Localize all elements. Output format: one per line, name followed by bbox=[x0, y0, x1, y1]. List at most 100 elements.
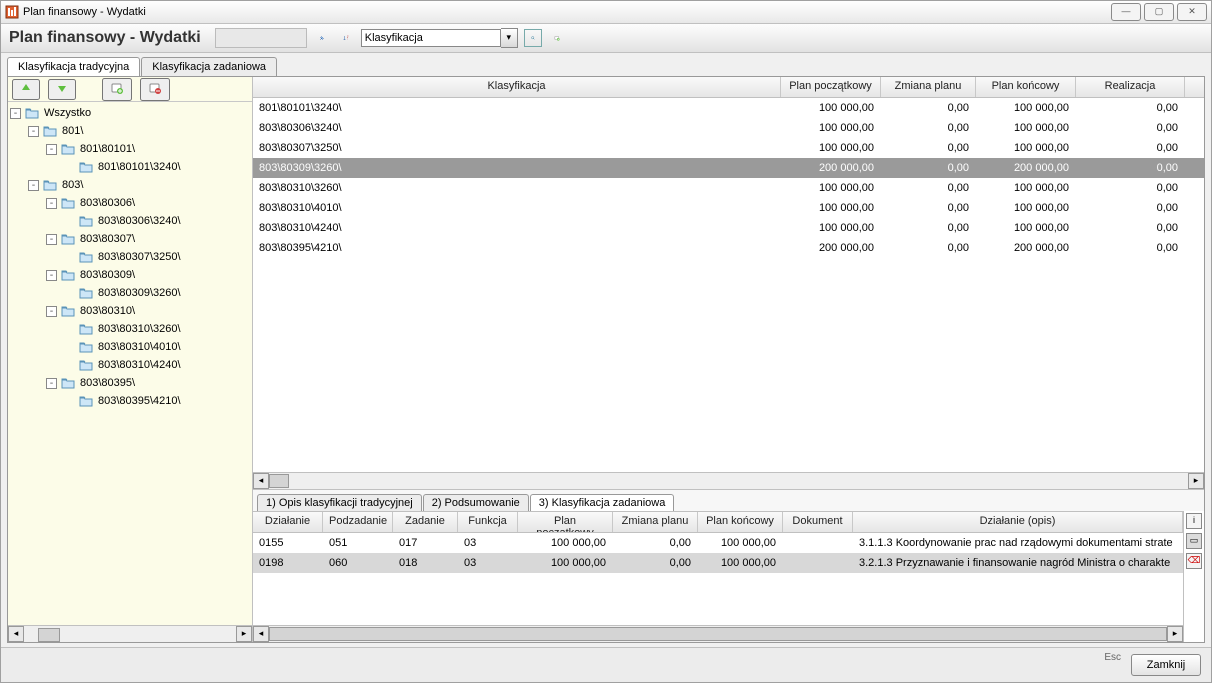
detail-grid-hscrollbar[interactable]: ◂▸ bbox=[253, 625, 1183, 642]
tree-node[interactable]: - 803\ bbox=[10, 176, 250, 194]
workspace: -Wszystko-801\-801\80101\801\80101\3240\… bbox=[7, 76, 1205, 643]
dcol-zadanie[interactable]: Zadanie bbox=[393, 512, 458, 532]
close-button[interactable]: Zamknij bbox=[1131, 654, 1201, 676]
tree-toggle[interactable]: - bbox=[28, 126, 39, 137]
tree-node[interactable]: 803\80310\4010\ bbox=[10, 338, 250, 356]
tree-label: 803\80306\ bbox=[78, 194, 137, 212]
tree-toggle[interactable]: - bbox=[28, 180, 39, 191]
tree-add-icon[interactable] bbox=[102, 78, 132, 101]
tree-node[interactable]: - 801\80101\ bbox=[10, 140, 250, 158]
tree-toggle[interactable]: - bbox=[46, 270, 57, 281]
tree-node[interactable]: 803\80306\3240\ bbox=[10, 212, 250, 230]
tree-node[interactable]: - 803\80309\ bbox=[10, 266, 250, 284]
add-green-button[interactable] bbox=[548, 29, 566, 47]
main-tabs: Klasyfikacja tradycyjna Klasyfikacja zad… bbox=[1, 53, 1211, 76]
tab-klasyfikacja-zadaniowa[interactable]: Klasyfikacja zadaniowa bbox=[141, 57, 277, 76]
main-grid-hscrollbar[interactable]: ◂▸ bbox=[253, 472, 1204, 489]
tree-node[interactable]: 803\80310\4240\ bbox=[10, 356, 250, 374]
tree-label: 801\80101\ bbox=[78, 140, 137, 158]
dcol-plan-poczatkowy[interactable]: Plan początkowy bbox=[518, 512, 613, 532]
maximize-button[interactable]: ▢ bbox=[1144, 3, 1174, 21]
tab-klasyfikacja-tradycyjna[interactable]: Klasyfikacja tradycyjna bbox=[7, 57, 140, 76]
tree-up-icon[interactable] bbox=[12, 79, 40, 100]
table-row[interactable]: 803\80306\3240\100 000,000,00100 000,000… bbox=[253, 118, 1204, 138]
app-icon bbox=[5, 5, 19, 19]
filter-input[interactable] bbox=[361, 29, 501, 47]
classification-tree[interactable]: -Wszystko-801\-801\80101\801\80101\3240\… bbox=[8, 102, 252, 625]
dcol-funkcja[interactable]: Funkcja bbox=[458, 512, 518, 532]
tree-node[interactable]: 803\80310\3260\ bbox=[10, 320, 250, 338]
table-row[interactable]: 803\80310\3260\100 000,000,00100 000,000… bbox=[253, 178, 1204, 198]
tree-node[interactable]: -Wszystko bbox=[10, 104, 250, 122]
detail-grid-header[interactable]: Działanie Podzadanie Zadanie Funkcja Pla… bbox=[253, 512, 1183, 533]
col-plan-poczatkowy[interactable]: Plan początkowy bbox=[781, 77, 881, 97]
table-row[interactable]: 019806001803100 000,000,00100 000,003.2.… bbox=[253, 553, 1183, 573]
table-row[interactable]: 801\80101\3240\100 000,000,00100 000,000… bbox=[253, 98, 1204, 118]
tree-toggle[interactable]: - bbox=[10, 108, 21, 119]
table-row[interactable]: 803\80309\3260\200 000,000,00200 000,000… bbox=[253, 158, 1204, 178]
col-realizacja[interactable]: Realizacja bbox=[1076, 77, 1185, 97]
tree-node[interactable]: - 803\80306\ bbox=[10, 194, 250, 212]
main-grid-body[interactable]: 801\80101\3240\100 000,000,00100 000,000… bbox=[253, 98, 1204, 472]
footer: Esc Zamknij bbox=[1, 647, 1211, 682]
tree-node[interactable]: 803\80309\3260\ bbox=[10, 284, 250, 302]
delete-icon[interactable]: ⌫ bbox=[1186, 553, 1202, 569]
dcol-zmiana-planu[interactable]: Zmiana planu bbox=[613, 512, 698, 532]
dcol-podzadanie[interactable]: Podzadanie bbox=[323, 512, 393, 532]
subtab-klasyfikacja-zadaniowa[interactable]: 3) Klasyfikacja zadaniowa bbox=[530, 494, 675, 511]
table-row[interactable]: 803\80395\4210\200 000,000,00200 000,000… bbox=[253, 238, 1204, 258]
pin-icon[interactable] bbox=[313, 29, 331, 47]
lower-panel: 1) Opis klasyfikacji tradycyjnej 2) Pods… bbox=[253, 489, 1204, 642]
minimize-button[interactable]: — bbox=[1111, 3, 1141, 21]
tree-toggle[interactable]: - bbox=[46, 378, 57, 389]
tree-toggle[interactable]: - bbox=[46, 234, 57, 245]
dcol-plan-koncowy[interactable]: Plan końcowy bbox=[698, 512, 783, 532]
table-row[interactable]: 015505101703100 000,000,00100 000,003.1.… bbox=[253, 533, 1183, 553]
tree-label: 803\80309\ bbox=[78, 266, 137, 284]
window-title: Plan finansowy - Wydatki bbox=[23, 6, 1108, 18]
col-klasyfikacja[interactable]: Klasyfikacja bbox=[253, 77, 781, 97]
info-icon[interactable]: i bbox=[1186, 513, 1202, 529]
col-plan-koncowy[interactable]: Plan końcowy bbox=[976, 77, 1076, 97]
subtab-podsumowanie[interactable]: 2) Podsumowanie bbox=[423, 494, 529, 511]
tree-node[interactable]: 801\80101\3240\ bbox=[10, 158, 250, 176]
tree-label: 803\80310\ bbox=[78, 302, 137, 320]
tree-node[interactable]: 803\80395\4210\ bbox=[10, 392, 250, 410]
tree-label: 803\80310\3260\ bbox=[96, 320, 183, 338]
tree-hscrollbar[interactable]: ◂▸ bbox=[8, 625, 252, 642]
dcol-dzialanie[interactable]: Działanie bbox=[253, 512, 323, 532]
tree-toggle[interactable]: - bbox=[46, 144, 57, 155]
table-row[interactable]: 803\80310\4010\100 000,000,00100 000,000… bbox=[253, 198, 1204, 218]
tree-label: 803\80310\4240\ bbox=[96, 356, 183, 374]
dcol-opis[interactable]: Działanie (opis) bbox=[853, 512, 1183, 532]
tree-label: 803\80395\ bbox=[78, 374, 137, 392]
tree-toggle[interactable]: - bbox=[46, 198, 57, 209]
close-window-button[interactable]: ✕ bbox=[1177, 3, 1207, 21]
sort-icon[interactable] bbox=[337, 29, 355, 47]
detail-grid-body[interactable]: 015505101703100 000,000,00100 000,003.1.… bbox=[253, 533, 1183, 625]
subtab-opis[interactable]: 1) Opis klasyfikacji tradycyjnej bbox=[257, 494, 422, 511]
detail-sidebar: i ▭ ⌫ bbox=[1183, 511, 1204, 642]
scroll-icon[interactable]: ▭ bbox=[1186, 533, 1202, 549]
filter-combo[interactable]: ▾ bbox=[361, 28, 518, 48]
tree-label: 803\ bbox=[60, 176, 85, 194]
tree-node[interactable]: - 803\80310\ bbox=[10, 302, 250, 320]
table-row[interactable]: 803\80307\3250\100 000,000,00100 000,000… bbox=[253, 138, 1204, 158]
main-grid-header[interactable]: Klasyfikacja Plan początkowy Zmiana plan… bbox=[253, 77, 1204, 98]
tree-remove-icon[interactable] bbox=[140, 78, 170, 101]
table-row[interactable]: 803\80310\4240\100 000,000,00100 000,000… bbox=[253, 218, 1204, 238]
app-window: Plan finansowy - Wydatki — ▢ ✕ Plan fina… bbox=[0, 0, 1212, 683]
tree-toggle[interactable]: - bbox=[46, 306, 57, 317]
tree-pane: -Wszystko-801\-801\80101\801\80101\3240\… bbox=[8, 77, 253, 642]
tree-node[interactable]: -803\80307\ bbox=[10, 230, 250, 248]
tree-node[interactable]: 803\80307\3250\ bbox=[10, 248, 250, 266]
toolbar-empty-field[interactable] bbox=[215, 28, 307, 48]
col-zmiana-planu[interactable]: Zmiana planu bbox=[881, 77, 976, 97]
tree-node[interactable]: -801\ bbox=[10, 122, 250, 140]
dcol-dokument[interactable]: Dokument bbox=[783, 512, 853, 532]
chevron-down-icon[interactable]: ▾ bbox=[501, 28, 518, 48]
tree-node[interactable]: - 803\80395\ bbox=[10, 374, 250, 392]
search-button[interactable] bbox=[524, 29, 542, 47]
tree-toolbar bbox=[8, 77, 252, 102]
tree-down-icon[interactable] bbox=[48, 79, 76, 100]
